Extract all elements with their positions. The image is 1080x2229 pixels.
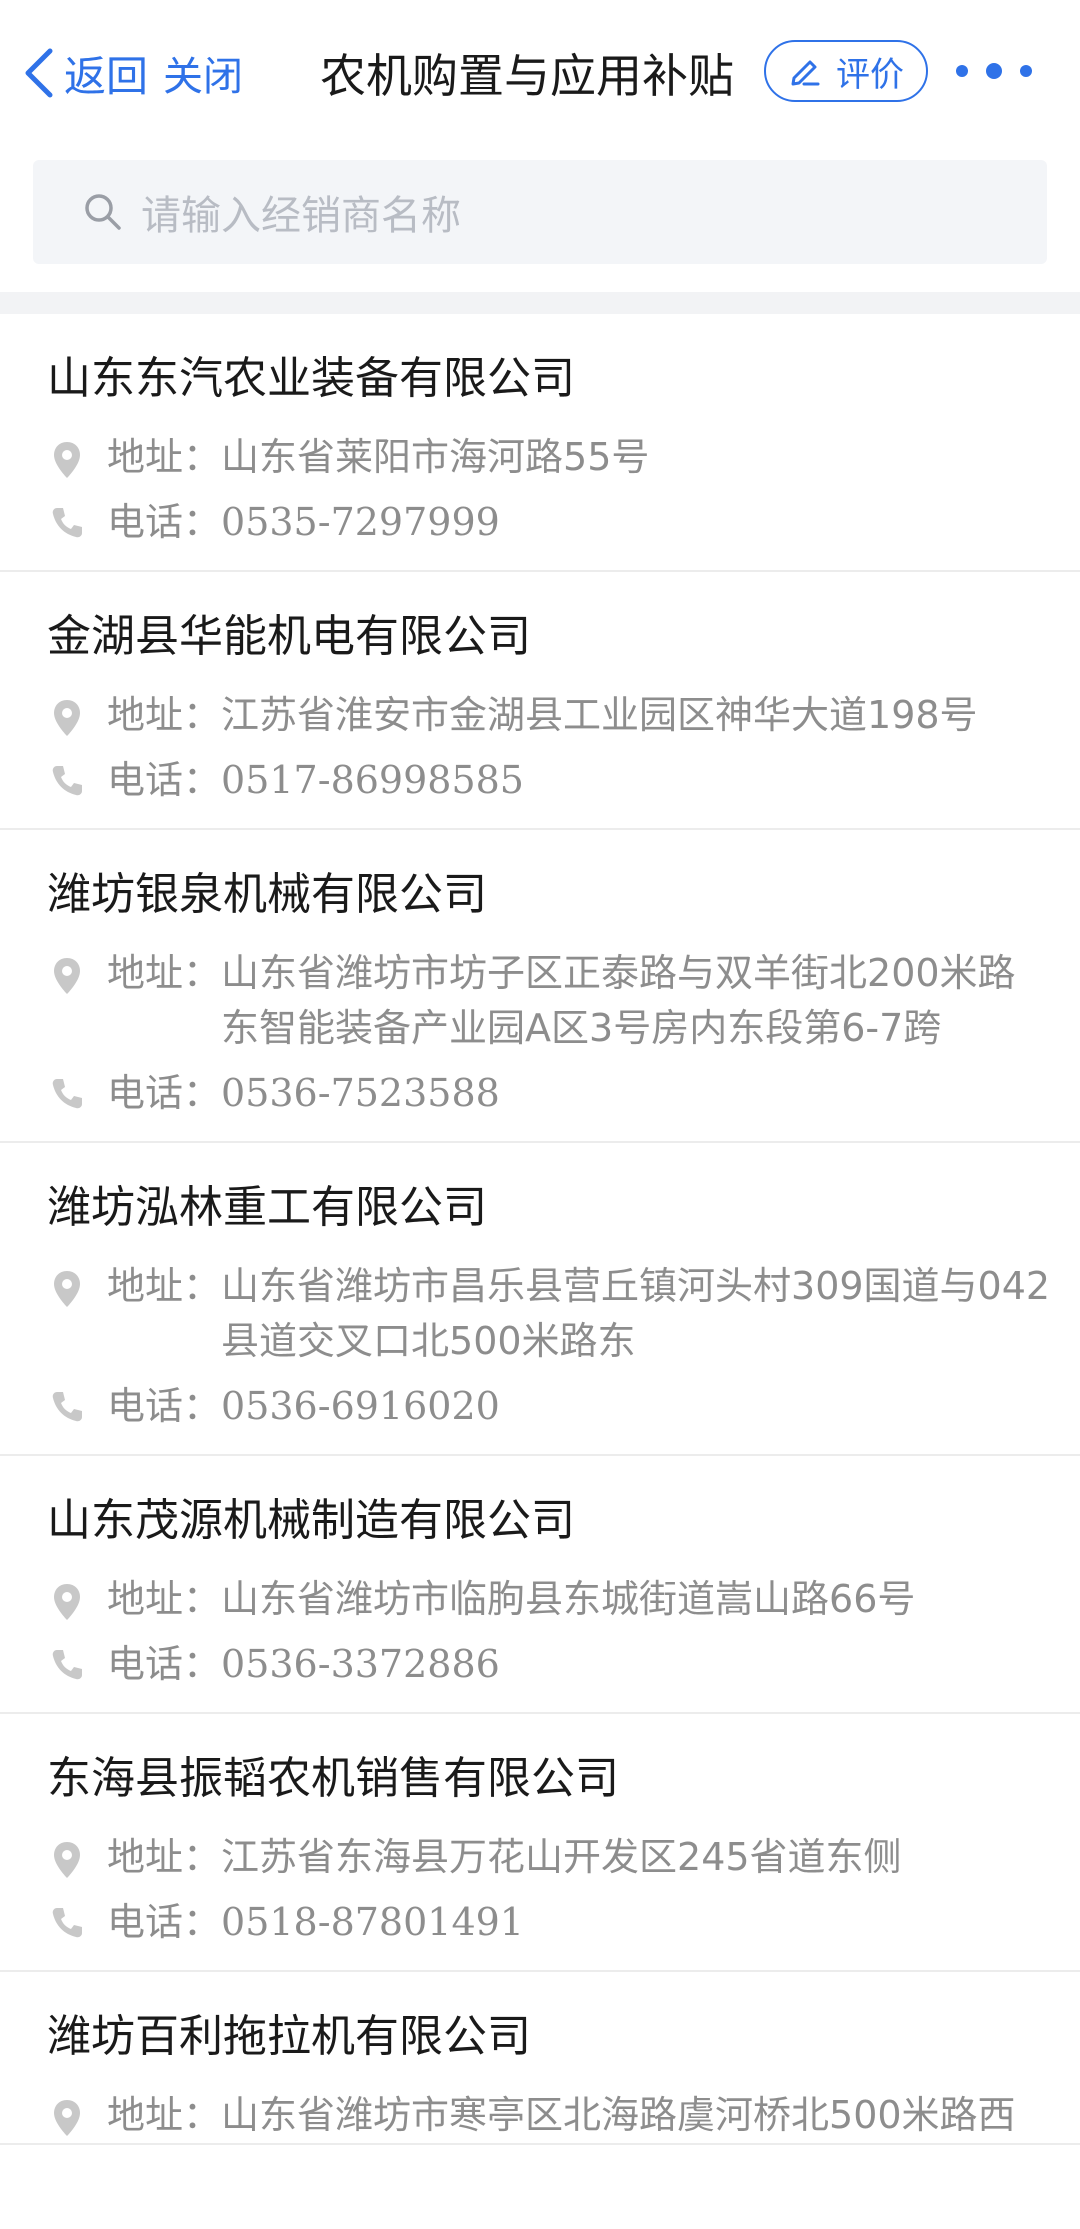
phone-icon	[47, 1895, 87, 1950]
phone-icon	[47, 1637, 87, 1692]
location-pin-icon	[47, 688, 87, 743]
back-label: 返回	[64, 51, 149, 101]
phone-value[interactable]: 0536-7523588	[221, 1066, 1051, 1121]
phone-row: 电话： 0536-6916020	[0, 1379, 1080, 1454]
dealer-name: 潍坊银泉机械有限公司	[47, 869, 487, 920]
page-title: 农机购置与应用补贴	[320, 49, 734, 103]
address-row: 地址： 山东省莱阳市海河路55号	[0, 430, 1080, 485]
address-value: 山东省潍坊市寒亭区北海路虞河桥北500米路西	[221, 2093, 1016, 2137]
address-row: 地址： 山东省潍坊市坊子区正泰路与双羊街北200米路东智能装备产业园A区3号房内东…	[0, 946, 1080, 1056]
edit-icon	[791, 60, 820, 86]
address-row: 地址： 江苏省东海县万花山开发区245省道东侧	[0, 1830, 1080, 1885]
chevron-left-icon	[25, 48, 53, 98]
dealer-item[interactable]: 东海县振韬农机销售有限公司地址： 江苏省东海县万花山开发区245省道东侧电话： 05…	[0, 1714, 1080, 1972]
location-pin-icon	[47, 1830, 87, 1885]
phone-value[interactable]: 0535-7297999	[221, 495, 1051, 550]
close-button[interactable]: 关闭	[163, 38, 243, 108]
phone-label: 电话：	[107, 1900, 222, 1944]
address-label: 地址：	[107, 1577, 222, 1621]
address-value: 江苏省东海县万花山开发区245省道东侧	[221, 1835, 902, 1879]
dealer-item[interactable]: 金湖县华能机电有限公司地址： 江苏省淮安市金湖县工业园区神华大道198号电话： 05…	[0, 572, 1080, 830]
dealer-item[interactable]: 山东东汽农业装备有限公司地址： 山东省莱阳市海河路55号电话： 0535-72979…	[0, 314, 1080, 572]
location-pin-icon	[47, 2088, 87, 2143]
more-icon	[956, 65, 968, 77]
search-bar[interactable]: 请输入经销商名称	[33, 160, 1047, 264]
address-label: 地址：	[107, 1264, 222, 1308]
back-button[interactable]: 返回	[20, 38, 148, 108]
address-label: 地址：	[107, 435, 222, 479]
address-row: 地址： 山东省潍坊市寒亭区北海路虞河桥北500米路西	[0, 2088, 1080, 2143]
dealer-item[interactable]: 潍坊银泉机械有限公司地址： 山东省潍坊市坊子区正泰路与双羊街北200米路东智能装备…	[0, 830, 1080, 1143]
phone-label: 电话：	[107, 1384, 222, 1428]
phone-icon	[47, 753, 87, 808]
navigation-bar: 返回 关闭 农机购置与应用补贴 评价	[0, 0, 1080, 146]
dealer-name: 山东东汽农业装备有限公司	[47, 353, 575, 404]
address-value: 山东省潍坊市临朐县东城街道嵩山路66号	[221, 1577, 916, 1621]
address-value: 山东省潍坊市坊子区正泰路与双羊街北200米路东智能装备产业园A区3号房内东段第6…	[221, 951, 1016, 1050]
phone-value[interactable]: 0518-87801491	[221, 1895, 1051, 1950]
address-value: 山东省潍坊市昌乐县营丘镇河头村309国道与042县道交叉口北500米路东	[221, 1264, 1051, 1363]
address-row: 地址： 山东省潍坊市临朐县东城街道嵩山路66号	[0, 1572, 1080, 1627]
dealer-name: 山东茂源机械制造有限公司	[47, 1495, 575, 1546]
phone-row: 电话： 0517-86998585	[0, 753, 1080, 828]
search-icon	[85, 194, 121, 230]
dealer-item[interactable]: 山东茂源机械制造有限公司地址： 山东省潍坊市临朐县东城街道嵩山路66号电话： 053…	[0, 1456, 1080, 1714]
section-divider	[0, 292, 1080, 314]
location-pin-icon	[47, 946, 87, 1056]
address-label: 地址：	[107, 1835, 222, 1879]
phone-icon	[47, 1379, 87, 1434]
phone-label: 电话：	[107, 1071, 222, 1115]
address-label: 地址：	[107, 693, 222, 737]
dealer-name: 东海县振韬农机销售有限公司	[47, 1753, 619, 1804]
location-pin-icon	[47, 1259, 87, 1369]
phone-row: 电话： 0536-3372886	[0, 1637, 1080, 1712]
phone-label: 电话：	[107, 758, 222, 802]
phone-row: 电话： 0518-87801491	[0, 1895, 1080, 1970]
dealer-list: 山东东汽农业装备有限公司 地址： 山东省莱阳市海河路55号 电话： 0535-72979…	[0, 314, 1080, 2145]
location-pin-icon	[47, 430, 87, 485]
phone-value[interactable]: 0536-6916020	[221, 1379, 1051, 1434]
phone-row: 电话： 0535-7297999	[0, 495, 1080, 570]
phone-value[interactable]: 0536-3372886	[221, 1637, 1051, 1692]
search-input[interactable]: 请输入经销商名称	[141, 183, 461, 241]
phone-icon	[47, 495, 87, 550]
phone-icon	[47, 1066, 87, 1121]
address-value: 江苏省淮安市金湖县工业园区神华大道198号	[221, 693, 978, 737]
rate-label: 评价	[836, 54, 904, 95]
rate-button[interactable]: 评价	[764, 40, 928, 102]
more-button[interactable]	[956, 48, 1032, 94]
address-row: 地址： 山东省潍坊市昌乐县营丘镇河头村309国道与042县道交叉口北500米路东	[0, 1259, 1080, 1369]
dealer-name: 金湖县华能机电有限公司	[47, 611, 531, 662]
address-label: 地址：	[107, 2093, 222, 2137]
dealer-name: 潍坊百利拖拉机有限公司	[47, 2011, 531, 2062]
phone-label: 电话：	[107, 1642, 222, 1686]
address-value: 山东省莱阳市海河路55号	[221, 435, 650, 479]
dealer-item[interactable]: 潍坊百利拖拉机有限公司地址： 山东省潍坊市寒亭区北海路虞河桥北500米路西	[0, 1972, 1080, 2145]
phone-label: 电话：	[107, 500, 222, 544]
location-pin-icon	[47, 1572, 87, 1627]
address-label: 地址：	[107, 951, 222, 995]
dealer-item[interactable]: 潍坊泓林重工有限公司地址： 山东省潍坊市昌乐县营丘镇河头村309国道与042县道交…	[0, 1143, 1080, 1456]
phone-value[interactable]: 0517-86998585	[221, 753, 1051, 808]
dealer-name: 潍坊泓林重工有限公司	[47, 1182, 487, 1233]
address-row: 地址： 江苏省淮安市金湖县工业园区神华大道198号	[0, 688, 1080, 743]
phone-row: 电话： 0536-7523588	[0, 1066, 1080, 1141]
